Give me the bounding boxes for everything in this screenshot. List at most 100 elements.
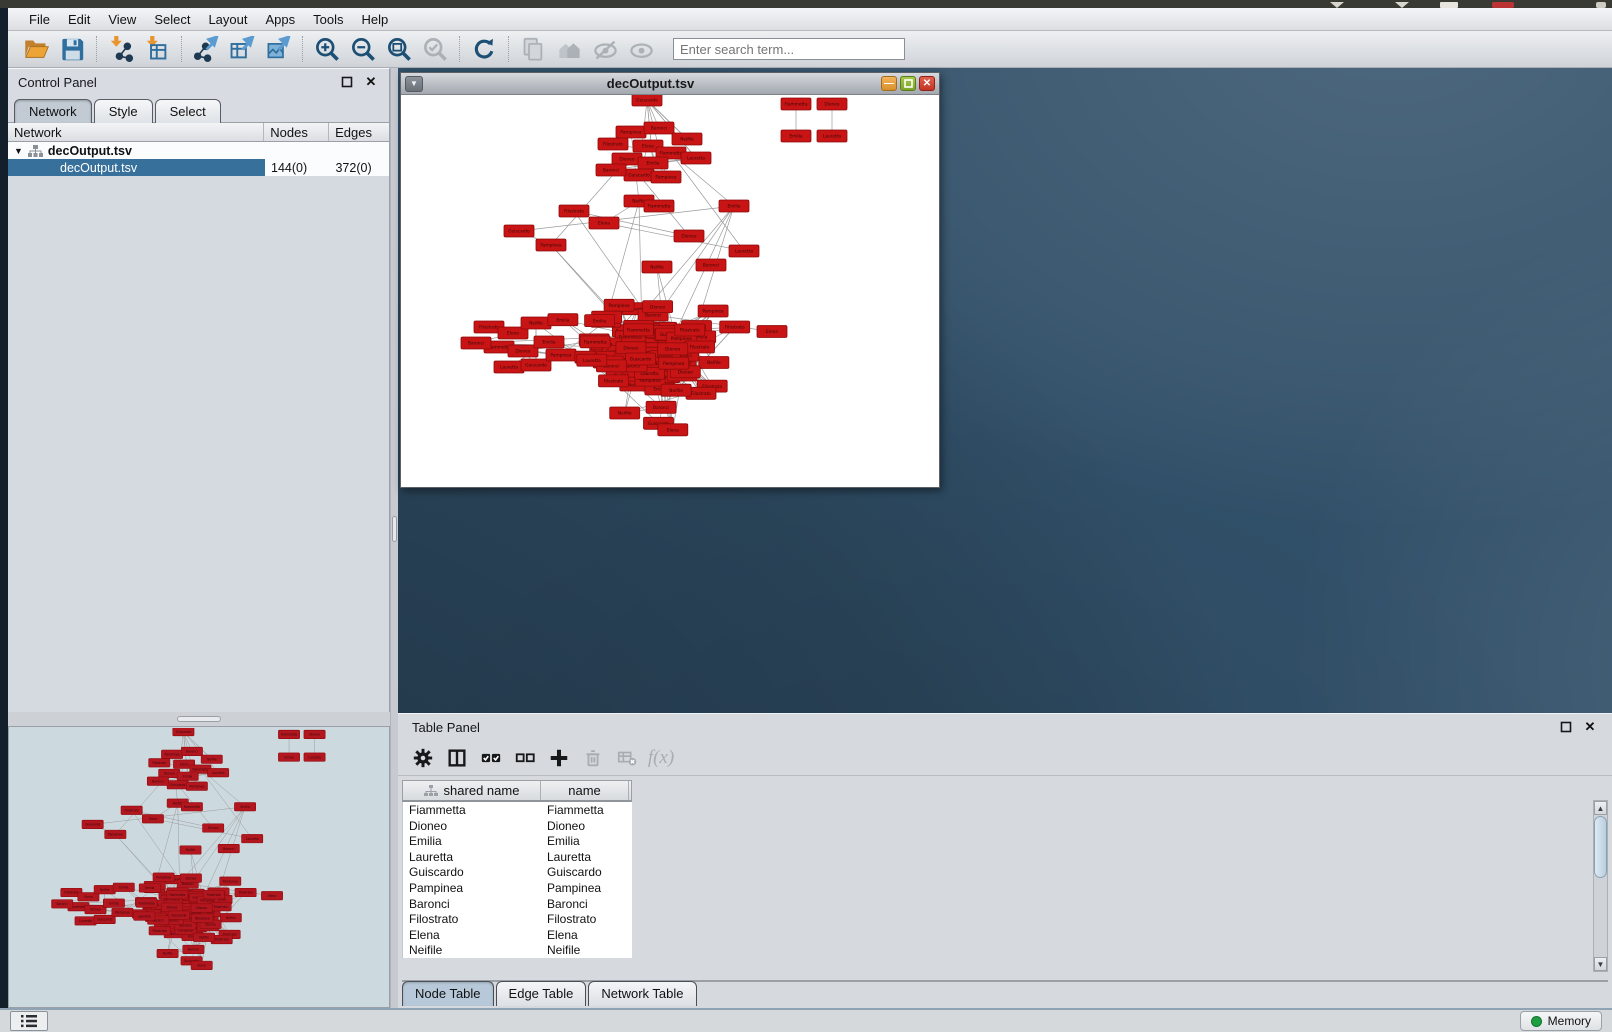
menu-view[interactable]: View xyxy=(99,9,145,30)
table-row[interactable]: Elena Elena xyxy=(403,927,632,943)
tab-network-table[interactable]: Network Table xyxy=(588,981,696,1006)
toolbar-separator xyxy=(508,36,509,62)
svg-text:Baronci: Baronci xyxy=(152,779,164,783)
window-menu-icon[interactable]: ▼ xyxy=(405,76,423,92)
column-header-shared-name[interactable]: shared name xyxy=(403,781,541,800)
svg-text:Baronci: Baronci xyxy=(182,882,194,886)
table-scrollbar[interactable]: ▲ ▼ xyxy=(1593,800,1608,972)
menu-help[interactable]: Help xyxy=(353,9,398,30)
scroll-up-icon[interactable]: ▲ xyxy=(1594,801,1607,815)
svg-text:Baronci: Baronci xyxy=(603,168,619,174)
svg-text:Pampinea: Pampinea xyxy=(189,784,204,788)
memory-button[interactable]: Memory xyxy=(1520,1011,1602,1031)
save-session-icon[interactable] xyxy=(54,34,90,64)
network-child-row[interactable]: decOutput.tsv 144(0) 372(0) xyxy=(8,159,389,176)
column-header-name[interactable]: name xyxy=(541,781,629,800)
birdseye-view[interactable]: Fiammetta Dioneo Emilia Lauretta Guiscardo Pa… xyxy=(8,726,390,1008)
close-window-icon[interactable]: ✕ xyxy=(919,76,935,91)
toolbar-separator xyxy=(181,36,182,62)
svg-text:Guiscardo: Guiscardo xyxy=(85,823,100,827)
table-row[interactable]: Dioneo Dioneo xyxy=(403,818,632,834)
table-row[interactable]: Baronci Baronci xyxy=(403,896,632,912)
network-child-label[interactable]: decOutput.tsv xyxy=(8,159,265,176)
svg-text:Baronci: Baronci xyxy=(645,313,661,319)
menu-tools[interactable]: Tools xyxy=(304,9,352,30)
scrollbar-thumb[interactable] xyxy=(1594,816,1607,878)
float-panel-icon[interactable] xyxy=(339,74,355,90)
svg-text:Fiammetta: Fiammetta xyxy=(281,733,297,737)
hide-selected-icon xyxy=(587,34,623,64)
svg-text:Pampinea: Pampinea xyxy=(663,361,685,367)
open-file-icon[interactable] xyxy=(18,34,54,64)
export-network-icon[interactable] xyxy=(188,34,224,64)
svg-text:Emilia: Emilia xyxy=(542,340,555,346)
svg-text:Emilia: Emilia xyxy=(646,161,659,167)
tab-style[interactable]: Style xyxy=(94,99,153,123)
vertical-splitter[interactable] xyxy=(390,68,398,1008)
zoom-out-icon[interactable] xyxy=(345,34,381,64)
svg-text:Filostrato: Filostrato xyxy=(604,379,624,385)
svg-text:Elena: Elena xyxy=(667,428,679,434)
minimize-window-icon[interactable]: — xyxy=(881,76,897,91)
menu-select[interactable]: Select xyxy=(145,9,199,30)
search-input[interactable] xyxy=(673,38,905,60)
task-history-button[interactable] xyxy=(10,1011,48,1031)
zoom-selected-icon xyxy=(417,34,453,64)
svg-text:Dioneo: Dioneo xyxy=(167,905,178,909)
export-table-icon[interactable] xyxy=(224,34,260,64)
close-panel-icon[interactable]: ✕ xyxy=(363,74,379,90)
settings-gear-icon[interactable] xyxy=(406,743,440,773)
svg-text:Dioneo: Dioneo xyxy=(619,157,634,163)
scroll-down-icon[interactable]: ▼ xyxy=(1594,957,1607,971)
select-all-icon[interactable] xyxy=(474,743,508,773)
svg-text:Fiammetta: Fiammetta xyxy=(192,767,208,771)
close-table-panel-icon[interactable]: ✕ xyxy=(1582,719,1598,735)
menu-layout[interactable]: Layout xyxy=(199,9,256,30)
svg-text:Filostrato: Filostrato xyxy=(214,905,228,909)
svg-text:Lauretta: Lauretta xyxy=(823,134,841,140)
svg-text:Guiscardo: Guiscardo xyxy=(508,229,530,235)
svg-text:Fiammetta: Fiammetta xyxy=(647,204,670,210)
svg-text:Fiammetta: Fiammetta xyxy=(184,805,200,809)
tab-edge-table[interactable]: Edge Table xyxy=(496,981,587,1006)
table-row[interactable]: Filostrato Filostrato xyxy=(403,911,632,927)
maximize-window-icon[interactable] xyxy=(900,76,916,91)
col-edges[interactable]: Edges xyxy=(329,123,389,141)
col-nodes[interactable]: Nodes xyxy=(264,123,329,141)
control-panel: Control Panel ✕ NetworkStyleSelect Netwo… xyxy=(8,68,390,712)
svg-text:Baronci: Baronci xyxy=(56,902,68,906)
table-row[interactable]: Guiscardo Guiscardo xyxy=(403,864,632,880)
svg-text:Guiscardo: Guiscardo xyxy=(628,173,650,179)
menu-apps[interactable]: Apps xyxy=(257,9,305,30)
table-row[interactable]: Fiammetta Fiammetta xyxy=(403,802,632,818)
svg-text:Neifile: Neifile xyxy=(707,360,721,366)
svg-text:Lauretta: Lauretta xyxy=(138,914,151,918)
svg-text:Emilia: Emilia xyxy=(119,886,128,890)
deselect-all-icon[interactable] xyxy=(508,743,542,773)
add-column-icon[interactable] xyxy=(542,743,576,773)
zoom-in-icon[interactable] xyxy=(309,34,345,64)
table-row[interactable]: Lauretta Lauretta xyxy=(403,849,632,865)
export-image-icon[interactable] xyxy=(260,34,296,64)
menu-edit[interactable]: Edit xyxy=(59,9,99,30)
tab-node-table[interactable]: Node Table xyxy=(402,981,494,1006)
col-network[interactable]: Network xyxy=(8,123,264,141)
menu-file[interactable]: File xyxy=(20,9,59,30)
refresh-layout-icon[interactable] xyxy=(466,34,502,64)
tree-caret-icon[interactable]: ▼ xyxy=(8,146,27,156)
column-pane-icon[interactable] xyxy=(440,743,474,773)
network-root-row[interactable]: ▼ decOutput.tsv xyxy=(8,142,389,159)
import-network-icon[interactable] xyxy=(103,34,139,64)
network-canvas[interactable]: Fiammetta Dioneo Emilia Lauretta Guiscardo Pa… xyxy=(401,95,937,487)
float-table-panel-icon[interactable] xyxy=(1558,719,1574,735)
birdseye-graph[interactable]: Fiammetta Dioneo Emilia Lauretta Guiscardo Pa… xyxy=(9,728,389,1006)
table-row[interactable]: Neifile Neifile xyxy=(403,942,632,958)
zoom-fit-icon[interactable] xyxy=(381,34,417,64)
horizontal-splitter[interactable] xyxy=(8,712,390,726)
tab-select[interactable]: Select xyxy=(155,99,221,123)
import-table-icon[interactable] xyxy=(139,34,175,64)
table-row[interactable]: Pampinea Pampinea xyxy=(403,880,632,896)
table-row[interactable]: Emilia Emilia xyxy=(403,833,632,849)
network-window-titlebar[interactable]: ▼ decOutput.tsv — ✕ xyxy=(401,73,939,95)
tab-network[interactable]: Network xyxy=(14,99,92,123)
